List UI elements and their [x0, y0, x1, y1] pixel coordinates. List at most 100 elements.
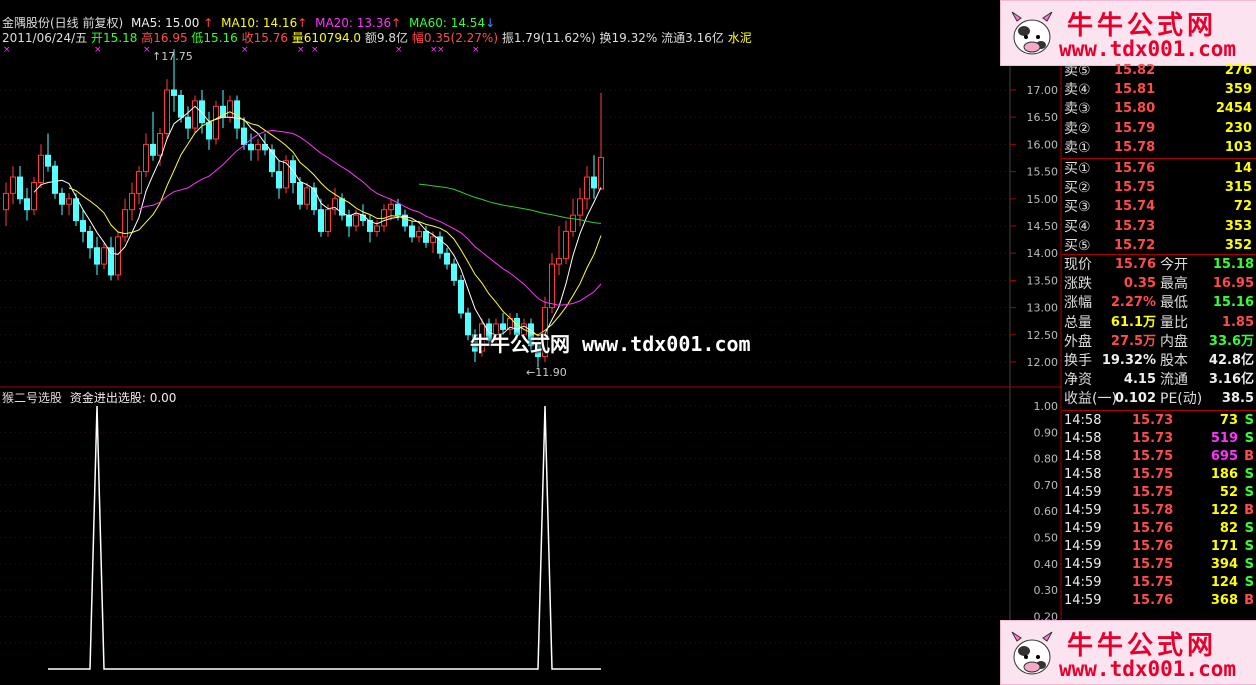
tick-flag: S — [1244, 557, 1254, 572]
candle-body — [570, 214, 576, 232]
quote-row: 涨跌 0.35 最高 16.95 — [1062, 275, 1256, 293]
ask-volume: 230 — [1224, 120, 1252, 136]
bid-price: 15.72 — [1114, 237, 1156, 253]
tick-row: 14:58 15.73 519 S — [1062, 430, 1256, 448]
ask-volume: 359 — [1224, 82, 1252, 98]
low-annotation: ←11.90 — [526, 366, 567, 379]
ask-price: 15.78 — [1114, 139, 1156, 155]
tick-row: 14:59 15.75 52 S — [1062, 484, 1256, 502]
ask-row: 卖⑤ 15.82 276 — [1062, 62, 1256, 80]
tick-row: 14:59 15.78 122 B — [1062, 502, 1256, 520]
candle-body — [3, 192, 9, 211]
signal-mark: × — [3, 45, 11, 55]
signal-mark: × — [143, 45, 151, 55]
info-amount: 额9.8亿 — [364, 31, 408, 45]
candle-body — [52, 165, 58, 194]
bid-volume: 352 — [1224, 237, 1252, 253]
bid-volume: 72 — [1233, 199, 1252, 215]
quote-row: 现价 15.76 今开 15.18 — [1062, 256, 1256, 274]
tick-row: 14:59 15.76 171 S — [1062, 538, 1256, 556]
quote-label: 流通 — [1160, 372, 1188, 389]
tick-flag: S — [1244, 485, 1254, 500]
candle-body — [430, 236, 436, 243]
center-watermark: 牛牛公式网 www.tdx001.com — [470, 328, 751, 357]
ask-price: 15.82 — [1114, 63, 1156, 78]
quote-label: 最低 — [1160, 295, 1188, 312]
ask-label: 卖① — [1064, 139, 1091, 156]
ask-volume: 103 — [1224, 139, 1252, 155]
bid-price: 15.76 — [1114, 161, 1156, 176]
tick-price: 15.75 — [1132, 467, 1174, 482]
center-watermark-url: www.tdx001.com — [582, 332, 751, 356]
signal-mark: × — [241, 45, 249, 55]
tick-flag: S — [1244, 431, 1254, 446]
candle-body — [374, 225, 380, 232]
candle-body — [325, 209, 331, 232]
quote-value: 3.16亿 — [1208, 372, 1254, 388]
banner-top: 牛牛公式网 www.tdx001.com — [1000, 0, 1256, 66]
tick-flag: B — [1244, 449, 1254, 464]
indicator-tick-label: 0.70 — [1034, 479, 1059, 492]
bid-label: 买③ — [1064, 199, 1091, 216]
candle-body — [416, 230, 422, 238]
bid-label: 买④ — [1064, 218, 1091, 235]
tick-price: 15.75 — [1132, 485, 1174, 500]
price-tick-label: 15.50 — [1027, 166, 1059, 179]
tick-flag: S — [1244, 539, 1254, 554]
quote-label: 内盘 — [1160, 333, 1188, 350]
quote-value: 1.85 — [1221, 314, 1254, 330]
candle-body — [150, 143, 156, 156]
ask-row: 卖② 15.79 230 — [1062, 120, 1256, 138]
bid-label: 买⑤ — [1064, 237, 1091, 254]
candle-body — [423, 230, 429, 243]
candle-body — [297, 181, 303, 205]
ask-label: 卖② — [1064, 120, 1091, 137]
quote-label: 今开 — [1160, 257, 1188, 273]
candle-body — [255, 143, 261, 151]
banner-top-url: www.tdx001.com — [1059, 37, 1237, 61]
candle-body — [17, 176, 23, 200]
candle-body — [101, 247, 107, 265]
tick-volume: 122 — [1210, 503, 1238, 518]
signal-mark: × — [297, 45, 305, 55]
candle-body — [171, 89, 177, 96]
tick-time: 14:59 — [1064, 593, 1102, 608]
price-tick-label: 13.50 — [1027, 274, 1059, 287]
candle-body — [87, 230, 93, 249]
quote-value: 15.76 — [1114, 257, 1156, 272]
quote-value: 16.95 — [1212, 276, 1254, 292]
info-high: 高16.95 — [141, 31, 188, 45]
price-tick-label: 17.00 — [1027, 84, 1059, 97]
candle-body — [598, 156, 604, 190]
quote-label: 最高 — [1160, 276, 1188, 293]
tick-price: 15.76 — [1132, 539, 1174, 554]
ask-label: 卖⑤ — [1064, 63, 1091, 79]
candle-body — [409, 225, 415, 238]
candle-body — [304, 187, 310, 205]
signal-marks: × × × × × × × × × × — [3, 45, 480, 55]
tick-time: 14:58 — [1064, 431, 1102, 446]
quote-value: 33.6万 — [1208, 333, 1254, 349]
candle-body — [59, 192, 65, 205]
signal-mark: × — [311, 45, 319, 55]
candle-body — [360, 214, 366, 222]
bid-row: 买③ 15.74 72 — [1062, 198, 1256, 216]
ask-price: 15.79 — [1114, 120, 1156, 136]
high-annotation: ↑17.75 — [152, 50, 193, 63]
quote-label: 涨幅 — [1064, 295, 1092, 312]
candle-body — [45, 154, 51, 167]
ask-volume: 2454 — [1215, 101, 1252, 117]
ask-row: 卖④ 15.81 359 — [1062, 81, 1256, 99]
candle-body — [108, 247, 114, 276]
indicator-title-line: 猴二号选股 资金进出选股: 0.00 — [2, 389, 176, 406]
quote-label: 涨跌 — [1064, 276, 1092, 293]
info-change: 幅0.35(2.27%) — [411, 31, 499, 45]
tick-row: 14:58 15.75 186 S — [1062, 466, 1256, 484]
tick-volume: 73 — [1219, 413, 1238, 428]
bid-row: 买④ 15.73 353 — [1062, 218, 1256, 236]
bid-price: 15.73 — [1114, 218, 1156, 234]
candle-body — [388, 203, 394, 211]
quote-value: 15.18 — [1212, 257, 1254, 272]
candle-body — [38, 154, 44, 183]
tick-time: 14:59 — [1064, 539, 1102, 554]
